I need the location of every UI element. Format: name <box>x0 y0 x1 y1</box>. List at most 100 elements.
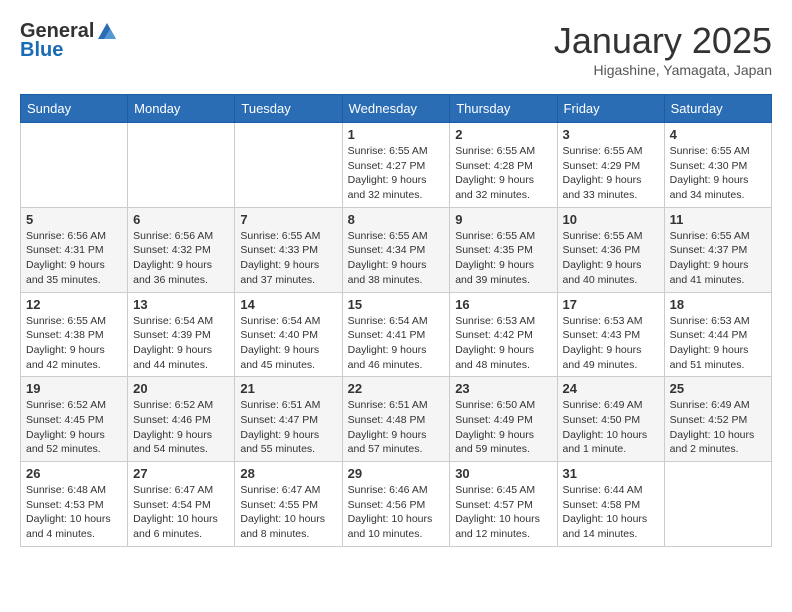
calendar-cell: 1 Sunrise: 6:55 AM Sunset: 4:27 PM Daylig… <box>342 123 450 208</box>
calendar-cell: 16 Sunrise: 6:53 AM Sunset: 4:42 PM Dayli… <box>450 292 557 377</box>
calendar-cell: 20 Sunrise: 6:52 AM Sunset: 4:46 PM Dayli… <box>128 377 235 462</box>
day-number: 25 <box>670 381 766 396</box>
day-number: 17 <box>563 297 659 312</box>
day-info: Sunrise: 6:54 AM Sunset: 4:39 PM Dayligh… <box>133 314 229 373</box>
day-info: Sunrise: 6:48 AM Sunset: 4:53 PM Dayligh… <box>26 483 122 542</box>
week-row-1: 1 Sunrise: 6:55 AM Sunset: 4:27 PM Daylig… <box>21 123 772 208</box>
calendar-cell: 6Sunrise: 6:56 AM Sunset: 4:32 PM Daylig… <box>128 207 235 292</box>
day-info: Sunrise: 6:55 AM Sunset: 4:37 PM Dayligh… <box>670 229 766 288</box>
logo: General Blue <box>20 20 118 62</box>
day-number: 30 <box>455 466 551 481</box>
calendar-cell: 10 Sunrise: 6:55 AM Sunset: 4:36 PM Dayli… <box>557 207 664 292</box>
weekday-header-wednesday: Wednesday <box>342 95 450 123</box>
calendar-cell: 12 Sunrise: 6:55 AM Sunset: 4:38 PM Dayli… <box>21 292 128 377</box>
day-info: Sunrise: 6:50 AM Sunset: 4:49 PM Dayligh… <box>455 398 551 457</box>
week-row-2: 5 Sunrise: 6:56 AM Sunset: 4:31 PM Daylig… <box>21 207 772 292</box>
day-number: 1 <box>348 127 445 142</box>
calendar-table: SundayMondayTuesdayWednesdayThursdayFrid… <box>20 94 772 547</box>
calendar-cell: 3 Sunrise: 6:55 AM Sunset: 4:29 PM Daylig… <box>557 123 664 208</box>
weekday-header-sunday: Sunday <box>21 95 128 123</box>
day-info: Sunrise: 6:55 AM Sunset: 4:36 PM Dayligh… <box>563 229 659 288</box>
calendar-cell: 27 Sunrise: 6:47 AM Sunset: 4:54 PM Dayli… <box>128 462 235 547</box>
day-info: Sunrise: 6:49 AM Sunset: 4:50 PM Dayligh… <box>563 398 659 457</box>
calendar-cell: 4Sunrise: 6:55 AM Sunset: 4:30 PM Daylig… <box>664 123 771 208</box>
title-section: January 2025 Higashine, Yamagata, Japan <box>554 20 772 78</box>
day-info: Sunrise: 6:46 AM Sunset: 4:56 PM Dayligh… <box>348 483 445 542</box>
calendar-cell: 9 Sunrise: 6:55 AM Sunset: 4:35 PM Daylig… <box>450 207 557 292</box>
day-number: 31 <box>563 466 659 481</box>
day-info: Sunrise: 6:44 AM Sunset: 4:58 PM Dayligh… <box>563 483 659 542</box>
day-number: 2 <box>455 127 551 142</box>
day-number: 10 <box>563 212 659 227</box>
calendar-cell: 22 Sunrise: 6:51 AM Sunset: 4:48 PM Dayli… <box>342 377 450 462</box>
week-row-5: 26 Sunrise: 6:48 AM Sunset: 4:53 PM Dayli… <box>21 462 772 547</box>
weekday-header-monday: Monday <box>128 95 235 123</box>
day-number: 12 <box>26 297 122 312</box>
day-number: 8 <box>348 212 445 227</box>
calendar-cell: 7 Sunrise: 6:55 AM Sunset: 4:33 PM Daylig… <box>235 207 342 292</box>
day-info: Sunrise: 6:54 AM Sunset: 4:41 PM Dayligh… <box>348 314 445 373</box>
logo-icon <box>96 21 118 43</box>
calendar-cell: 21Sunrise: 6:51 AM Sunset: 4:47 PM Dayli… <box>235 377 342 462</box>
day-info: Sunrise: 6:56 AM Sunset: 4:31 PM Dayligh… <box>26 229 122 288</box>
day-number: 29 <box>348 466 445 481</box>
logo-blue-text: Blue <box>20 39 63 62</box>
day-info: Sunrise: 6:55 AM Sunset: 4:34 PM Dayligh… <box>348 229 445 288</box>
day-info: Sunrise: 6:55 AM Sunset: 4:33 PM Dayligh… <box>240 229 336 288</box>
calendar-cell: 25 Sunrise: 6:49 AM Sunset: 4:52 PM Dayli… <box>664 377 771 462</box>
day-info: Sunrise: 6:55 AM Sunset: 4:35 PM Dayligh… <box>455 229 551 288</box>
calendar-cell: 30 Sunrise: 6:45 AM Sunset: 4:57 PM Dayli… <box>450 462 557 547</box>
calendar-cell: 23Sunrise: 6:50 AM Sunset: 4:49 PM Dayli… <box>450 377 557 462</box>
calendar-cell: 14 Sunrise: 6:54 AM Sunset: 4:40 PM Dayli… <box>235 292 342 377</box>
weekday-header-tuesday: Tuesday <box>235 95 342 123</box>
location: Higashine, Yamagata, Japan <box>554 62 772 78</box>
day-number: 27 <box>133 466 229 481</box>
calendar-cell <box>235 123 342 208</box>
day-number: 20 <box>133 381 229 396</box>
day-number: 5 <box>26 212 122 227</box>
weekday-header-friday: Friday <box>557 95 664 123</box>
day-info: Sunrise: 6:53 AM Sunset: 4:42 PM Dayligh… <box>455 314 551 373</box>
day-info: Sunrise: 6:53 AM Sunset: 4:44 PM Dayligh… <box>670 314 766 373</box>
weekday-header-saturday: Saturday <box>664 95 771 123</box>
day-info: Sunrise: 6:49 AM Sunset: 4:52 PM Dayligh… <box>670 398 766 457</box>
day-info: Sunrise: 6:55 AM Sunset: 4:29 PM Dayligh… <box>563 144 659 203</box>
week-row-4: 19Sunrise: 6:52 AM Sunset: 4:45 PM Dayli… <box>21 377 772 462</box>
calendar-cell: 13 Sunrise: 6:54 AM Sunset: 4:39 PM Dayli… <box>128 292 235 377</box>
week-row-3: 12 Sunrise: 6:55 AM Sunset: 4:38 PM Dayli… <box>21 292 772 377</box>
day-number: 18 <box>670 297 766 312</box>
calendar-cell: 19Sunrise: 6:52 AM Sunset: 4:45 PM Dayli… <box>21 377 128 462</box>
day-number: 9 <box>455 212 551 227</box>
day-number: 4 <box>670 127 766 142</box>
day-number: 22 <box>348 381 445 396</box>
day-number: 13 <box>133 297 229 312</box>
day-info: Sunrise: 6:56 AM Sunset: 4:32 PM Dayligh… <box>133 229 229 288</box>
day-info: Sunrise: 6:51 AM Sunset: 4:48 PM Dayligh… <box>348 398 445 457</box>
calendar-cell: 8 Sunrise: 6:55 AM Sunset: 4:34 PM Daylig… <box>342 207 450 292</box>
calendar-cell: 24Sunrise: 6:49 AM Sunset: 4:50 PM Dayli… <box>557 377 664 462</box>
day-info: Sunrise: 6:45 AM Sunset: 4:57 PM Dayligh… <box>455 483 551 542</box>
day-info: Sunrise: 6:47 AM Sunset: 4:55 PM Dayligh… <box>240 483 336 542</box>
weekday-header-row: SundayMondayTuesdayWednesdayThursdayFrid… <box>21 95 772 123</box>
day-info: Sunrise: 6:51 AM Sunset: 4:47 PM Dayligh… <box>240 398 336 457</box>
day-number: 26 <box>26 466 122 481</box>
day-info: Sunrise: 6:52 AM Sunset: 4:46 PM Dayligh… <box>133 398 229 457</box>
day-info: Sunrise: 6:55 AM Sunset: 4:38 PM Dayligh… <box>26 314 122 373</box>
day-number: 7 <box>240 212 336 227</box>
day-info: Sunrise: 6:55 AM Sunset: 4:27 PM Dayligh… <box>348 144 445 203</box>
weekday-header-thursday: Thursday <box>450 95 557 123</box>
day-number: 14 <box>240 297 336 312</box>
day-info: Sunrise: 6:47 AM Sunset: 4:54 PM Dayligh… <box>133 483 229 542</box>
day-info: Sunrise: 6:55 AM Sunset: 4:28 PM Dayligh… <box>455 144 551 203</box>
day-number: 16 <box>455 297 551 312</box>
day-number: 15 <box>348 297 445 312</box>
day-info: Sunrise: 6:52 AM Sunset: 4:45 PM Dayligh… <box>26 398 122 457</box>
calendar-cell: 17 Sunrise: 6:53 AM Sunset: 4:43 PM Dayli… <box>557 292 664 377</box>
calendar-cell: 18 Sunrise: 6:53 AM Sunset: 4:44 PM Dayli… <box>664 292 771 377</box>
day-info: Sunrise: 6:53 AM Sunset: 4:43 PM Dayligh… <box>563 314 659 373</box>
calendar-cell <box>21 123 128 208</box>
calendar-cell: 15 Sunrise: 6:54 AM Sunset: 4:41 PM Dayli… <box>342 292 450 377</box>
day-number: 3 <box>563 127 659 142</box>
day-info: Sunrise: 6:54 AM Sunset: 4:40 PM Dayligh… <box>240 314 336 373</box>
month-title: January 2025 <box>554 20 772 62</box>
